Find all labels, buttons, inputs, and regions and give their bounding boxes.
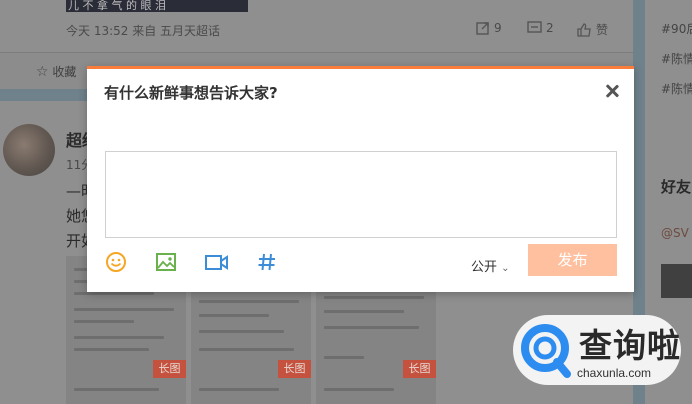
image-button[interactable]	[155, 251, 177, 273]
post-title-strip: 儿 不 拿 气 的 眼 泪	[66, 0, 248, 12]
close-icon[interactable]	[603, 82, 621, 100]
repost-count: 9	[494, 21, 502, 35]
repost-icon	[476, 22, 489, 35]
watermark-badge: 查询啦 chaxunla.com	[513, 315, 681, 385]
watermark-title: 查询啦	[579, 326, 681, 365]
comment-action[interactable]: 2	[527, 21, 554, 35]
long-image-badge: 长图	[403, 360, 436, 378]
thumbs-up-icon	[577, 22, 591, 37]
post-meta: 今天 13:52 来自 五月天超话	[66, 24, 221, 38]
repost-action[interactable]: 9	[476, 21, 502, 35]
long-image-badge: 长图	[278, 360, 311, 378]
favorite-label: 收藏	[52, 65, 77, 79]
long-image-badge: 长图	[153, 360, 186, 378]
comment-icon	[527, 21, 542, 33]
topic-tag[interactable]: #陈情	[661, 80, 692, 97]
emoji-icon	[106, 252, 126, 272]
image-icon	[156, 253, 176, 271]
emoji-button[interactable]	[105, 251, 127, 273]
publish-button[interactable]: 发布	[528, 244, 617, 276]
magnifier-logo-icon	[521, 324, 571, 378]
watermark-domain: chaxunla.com	[577, 366, 652, 380]
like-action[interactable]: 赞	[577, 21, 608, 38]
visibility-dropdown[interactable]: 公开 ⌄	[471, 256, 510, 275]
post-editor-input[interactable]	[105, 151, 617, 238]
video-icon	[205, 255, 228, 270]
dialog-title: 有什么新鲜事想告诉大家?	[104, 84, 278, 102]
topic-hash-icon	[258, 253, 275, 271]
visibility-label: 公开	[471, 260, 498, 275]
favorite-button[interactable]: ☆ 收藏	[36, 63, 76, 80]
topic-tag[interactable]: #90后	[661, 20, 692, 37]
topic-tag[interactable]: #陈情	[661, 50, 692, 67]
like-label: 赞	[596, 23, 609, 37]
topic-button[interactable]	[256, 251, 278, 273]
friends-panel-title: 好友	[661, 178, 692, 196]
avatar[interactable]	[3, 124, 55, 176]
compose-dialog: 有什么新鲜事想告诉大家? 公开 ⌄ 发布	[87, 66, 634, 292]
chevron-down-icon: ⌄	[501, 263, 510, 274]
comment-count: 2	[546, 21, 554, 35]
star-icon: ☆	[36, 64, 49, 80]
mention-link[interactable]: @SV	[661, 226, 689, 240]
video-button[interactable]	[205, 251, 228, 273]
friend-thumbnail[interactable]	[661, 264, 692, 298]
